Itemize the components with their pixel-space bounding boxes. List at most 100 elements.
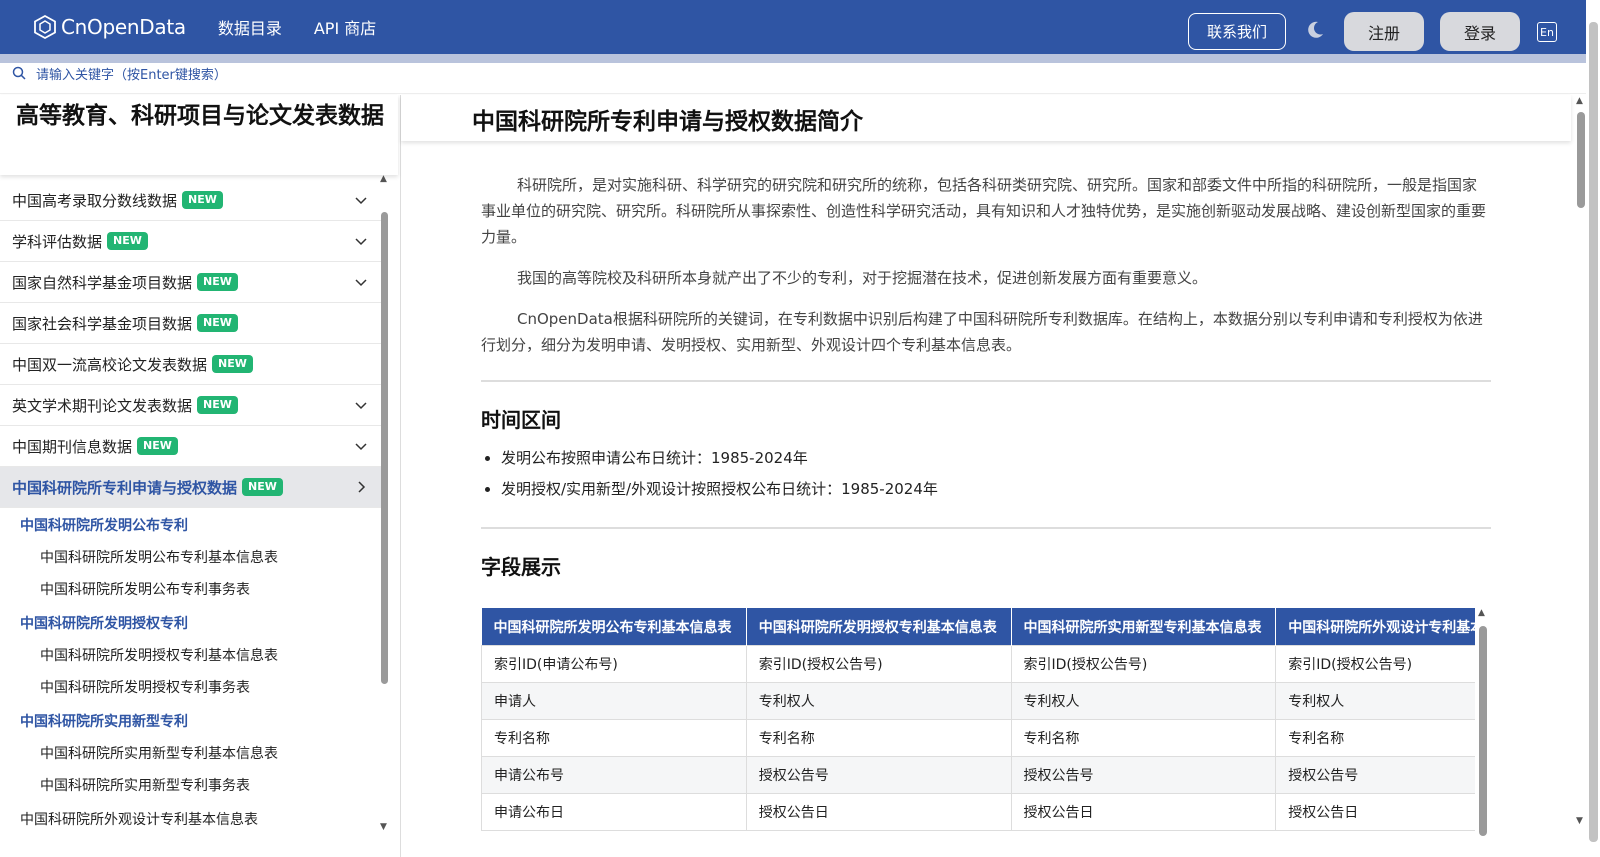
sidebar-item-label: 中国双一流高校论文发表数据 [12,355,208,374]
header-divider [0,54,1586,63]
intro-paragraph: 我国的高等院校及科研所本身就产出了不少的专利，对于挖掘潜在技术，促进创新发展方面… [517,269,1208,287]
main-header: 中国科研院所专利申请与授权数据简介 [401,95,1571,141]
nav-data-catalog[interactable]: 数据目录 [218,15,282,39]
language-toggle[interactable]: En [1537,22,1557,42]
logo[interactable]: CnOpenData [32,14,186,40]
fields-title: 字段展示 [481,555,561,579]
table-cell: 专利名称 [1010,719,1277,757]
sidebar-menu: 中国高考录取分数线数据 NEW 学科评估数据 NEW 国家自然科学基金项目数据 … [0,180,385,836]
table-cell: 专利权人 [1275,682,1475,720]
fields-table: 中国科研院所发明公布专利基本信息表 中国科研院所发明授权专利基本信息表 中国科研… [481,608,1475,831]
sidebar-item-discipline[interactable]: 学科评估数据 NEW [0,221,385,262]
moon-icon[interactable] [1305,20,1325,40]
divider [481,380,1491,382]
sidebar: 高等教育、科研项目与论文发表数据 中国高考录取分数线数据 NEW 学科评估数据 … [0,95,401,857]
content-scroll-down-icon[interactable]: ▼ [1576,816,1583,826]
table-cell: 申请公布日 [481,793,747,831]
content-scroll-up-icon[interactable]: ▲ [1576,96,1583,106]
subgroup-invention-grant[interactable]: 中国科研院所发明授权专利 [0,608,385,640]
sidebar-item-label: 中国高考录取分数线数据 [12,191,178,210]
new-badge: NEW [182,191,223,209]
sub-item-design-patent[interactable]: 中国科研院所外观设计专利基本信息表 [0,804,385,836]
sub-item-link[interactable]: 中国科研院所发明公布专利事务表 [0,574,385,606]
sidebar-title: 高等教育、科研项目与论文发表数据 [16,103,384,129]
new-badge: NEW [197,314,238,332]
table-cell: 专利名称 [1275,719,1475,757]
fields-table-container[interactable]: 中国科研院所发明公布专利基本信息表 中国科研院所发明授权专利基本信息表 中国科研… [481,608,1475,835]
sidebar-item-gaokao[interactable]: 中国高考录取分数线数据 NEW [0,180,385,221]
table-cell: 索引ID(授权公告号) [1010,645,1277,683]
register-button[interactable]: 注册 [1344,12,1424,51]
sidebar-item-label: 中国科研院所专利申请与授权数据 [12,478,238,497]
sidebar-item-nssfc[interactable]: 国家社会科学基金项目数据 NEW [0,303,385,344]
table-header: 中国科研院所发明公布专利基本信息表 [481,608,747,646]
sidebar-item-label: 学科评估数据 [12,232,103,251]
time-range-list: 发明公布按照申请公布日统计：1985-2024年 发明授权/实用新型/外观设计按… [481,443,1491,505]
table-row: 申请人 专利权人 专利权人 专利权人 [481,682,1475,720]
table-cell: 索引ID(授权公告号) [745,645,1012,683]
chevron-down-icon[interactable] [355,235,367,247]
sidebar-item-institute-patents[interactable]: 中国科研院所专利申请与授权数据 NEW [0,467,385,508]
chevron-down-icon[interactable] [355,276,367,288]
list-item: 发明公布按照申请公布日统计：1985-2024年 [501,443,1491,474]
table-row: 专利名称 专利名称 专利名称 专利名称 [481,719,1475,757]
content-scrollbar[interactable] [1577,112,1585,208]
sub-item-link[interactable]: 中国科研院所实用新型专利事务表 [0,770,385,802]
hexagon-logo-icon [34,14,56,40]
time-range-title: 时间区间 [481,408,561,432]
table-cell: 授权公告日 [1275,793,1475,831]
table-cell: 申请人 [481,682,747,720]
table-header: 中国科研院所实用新型专利基本信息表 [1011,608,1277,646]
new-badge: NEW [107,232,148,250]
table-header: 中国科研院所发明授权专利基本信息表 [746,608,1012,646]
table-cell: 授权公告日 [1010,793,1277,831]
table-cell: 专利权人 [745,682,1012,720]
sub-item-link[interactable]: 中国科研院所发明授权专利基本信息表 [0,640,385,672]
table-cell: 专利名称 [745,719,1012,757]
table-cell: 专利名称 [481,719,747,757]
contact-us-button[interactable]: 联系我们 [1188,13,1286,50]
sub-item-link[interactable]: 中国科研院所实用新型专利基本信息表 [0,738,385,770]
chevron-down-icon[interactable] [355,440,367,452]
nav-api-store[interactable]: API 商店 [314,15,376,39]
sidebar-item-english-journals[interactable]: 英文学术期刊论文发表数据 NEW [0,385,385,426]
new-badge: NEW [197,273,238,291]
sidebar-item-double-first-class[interactable]: 中国双一流高校论文发表数据 NEW [0,344,385,385]
login-button[interactable]: 登录 [1440,12,1520,51]
sidebar-item-label: 中国期刊信息数据 [12,437,133,456]
table-row: 申请公布号 授权公告号 授权公告号 授权公告号 [481,756,1475,794]
sub-item-link[interactable]: 中国科研院所发明公布专利基本信息表 [0,542,385,574]
table-row: 申请公布日 授权公告日 授权公告日 授权公告日 [481,793,1475,831]
table-cell: 专利权人 [1010,682,1277,720]
divider [481,527,1491,529]
subgroup-utility-model[interactable]: 中国科研院所实用新型专利 [0,706,385,738]
new-badge: NEW [242,478,283,496]
sidebar-item-journal-info[interactable]: 中国期刊信息数据 NEW [0,426,385,467]
sidebar-item-nsfc[interactable]: 国家自然科学基金项目数据 NEW [0,262,385,303]
intro-paragraph: 科研院所，是对实施科研、科学研究的研究院和研究所的统称，包括各科研类研究院、研究… [481,176,1487,246]
sidebar-scroll-down-icon[interactable]: ▼ [380,822,387,832]
window-scrollbar[interactable] [1589,22,1598,842]
table-cell: 授权公告号 [1275,756,1475,794]
sub-item-link[interactable]: 中国科研院所发明授权专利事务表 [0,672,385,704]
sidebar-scrollbar[interactable] [381,212,388,684]
table-cell: 索引ID(申请公布号) [481,645,747,683]
new-badge: NEW [212,355,253,373]
list-item: 发明授权/实用新型/外观设计按照授权公布日统计：1985-2024年 [501,474,1491,505]
sidebar-scroll-up-icon[interactable]: ▲ [380,174,387,184]
subgroup-invention-publication[interactable]: 中国科研院所发明公布专利 [0,510,385,542]
table-cell: 授权公告号 [745,756,1012,794]
table-header: 中国科研院所外观设计专利基本信息表 [1275,608,1475,646]
logo-text: CnOpenData [61,15,186,39]
chevron-right-icon[interactable] [355,481,367,493]
table-cell: 授权公告日 [745,793,1012,831]
sidebar-item-label: 英文学术期刊论文发表数据 [12,396,193,415]
chevron-down-icon[interactable] [355,194,367,206]
table-cell: 索引ID(授权公告号) [1275,645,1475,683]
table-scrollbar[interactable] [1479,626,1487,836]
table-scroll-up-icon[interactable]: ▲ [1478,608,1485,618]
chevron-down-icon[interactable] [355,399,367,411]
search-input[interactable] [34,63,538,87]
new-badge: NEW [197,396,238,414]
table-cell: 申请公布号 [481,756,747,794]
